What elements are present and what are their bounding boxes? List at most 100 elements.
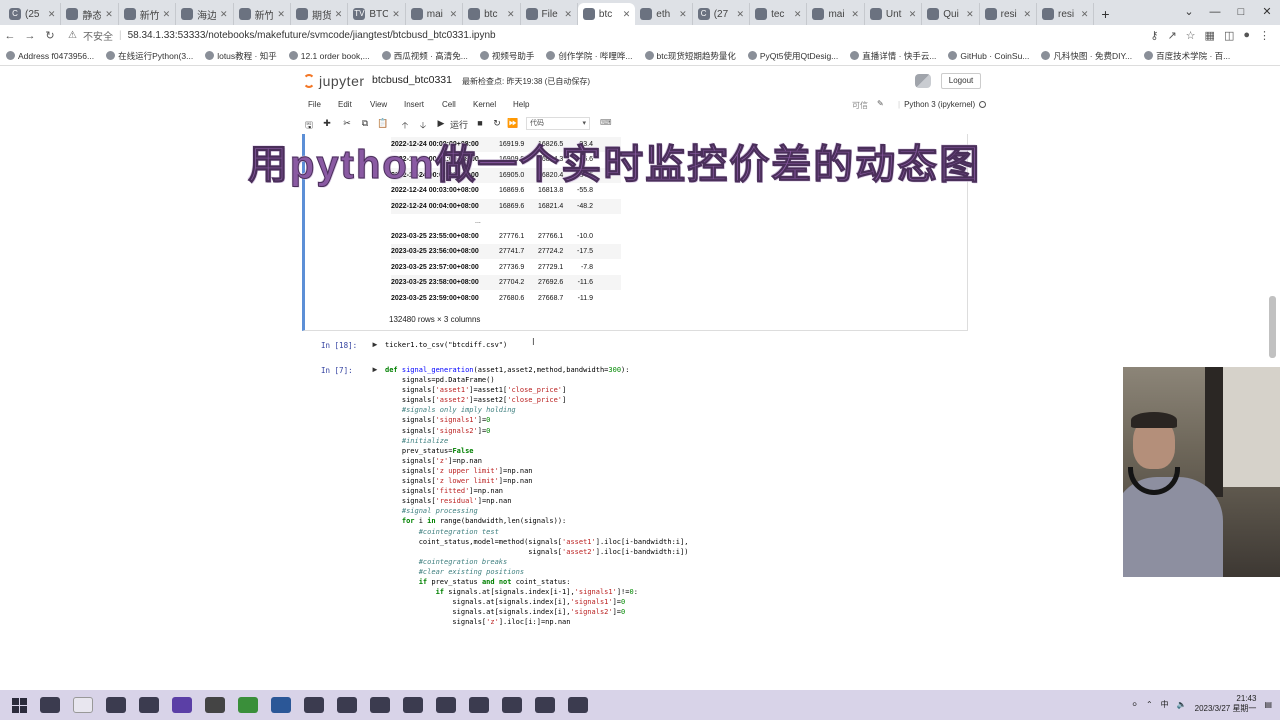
edit-pencil-icon[interactable]: ✎ xyxy=(877,99,884,108)
taskbar-clock[interactable]: 21:43 2023/3/27 星期一 xyxy=(1195,694,1257,714)
browser-tab[interactable]: 海边 ✕ xyxy=(176,3,234,25)
task-app-icon[interactable] xyxy=(469,697,489,713)
security-label[interactable]: 不安全 xyxy=(83,28,113,43)
tab-close-icon[interactable]: ✕ xyxy=(1023,9,1031,20)
maximize-button[interactable]: □ xyxy=(1228,0,1254,25)
minimize-button[interactable]: — xyxy=(1202,0,1228,25)
task-app-icon[interactable] xyxy=(40,697,60,713)
tab-search-icon[interactable]: ⌄ xyxy=(1176,0,1202,25)
tab-close-icon[interactable]: ✕ xyxy=(220,9,228,20)
new-tab-button[interactable]: + xyxy=(1094,3,1116,25)
browser-tab[interactable]: btc ✕ xyxy=(577,3,636,25)
key-icon[interactable]: ⚷ xyxy=(1150,29,1158,42)
bookmark-item[interactable]: 视频号助手 xyxy=(479,50,534,62)
notebook-name[interactable]: btcbusd_btc0331 xyxy=(372,74,452,86)
restart-run-all-icon[interactable]: ⏩ xyxy=(506,118,520,129)
browser-tab[interactable]: C (27 ✕ xyxy=(693,3,751,25)
cell-code[interactable]: def signal_generation(asset1,asset2,meth… xyxy=(385,365,688,627)
browser-tab[interactable]: 期货 ✕ xyxy=(291,3,349,25)
tab-close-icon[interactable]: ✕ xyxy=(623,9,631,20)
cell-run-icon[interactable]: ► xyxy=(371,340,379,349)
browser-tab[interactable]: 新竹 ✕ xyxy=(119,3,177,25)
task-app-icon[interactable] xyxy=(403,697,423,713)
bookmark-item[interactable]: 在线运行Python(3... xyxy=(106,50,193,62)
edge-icon[interactable] xyxy=(271,697,291,713)
browser-tab[interactable]: TV BTC ✕ xyxy=(348,3,406,25)
bookmark-item[interactable]: 百度技术学院 · 百... xyxy=(1144,50,1230,62)
tab-close-icon[interactable]: ✕ xyxy=(564,9,572,20)
task-app-icon[interactable] xyxy=(139,697,159,713)
tray-chevron-icon[interactable]: ⌃ xyxy=(1146,700,1153,709)
bookmark-item[interactable]: 直播详情 · 快手云... xyxy=(850,50,936,62)
menu-file[interactable]: File xyxy=(308,100,321,109)
kernel-name[interactable]: Python 3 (ipykernel) xyxy=(904,100,975,109)
trusted-indicator[interactable]: 可信 xyxy=(852,100,868,111)
tab-close-icon[interactable]: ✕ xyxy=(679,9,687,20)
tab-close-icon[interactable]: ✕ xyxy=(163,9,171,20)
task-app-icon[interactable] xyxy=(304,697,324,713)
close-window-button[interactable]: ✕ xyxy=(1254,0,1280,25)
cell-type-select[interactable]: 代码 xyxy=(526,117,590,130)
bookmark-item[interactable]: GitHub · CoinSu... xyxy=(948,51,1029,61)
cell-run-icon[interactable]: ► xyxy=(371,365,379,374)
bookmark-star-icon[interactable]: ☆ xyxy=(1186,29,1196,42)
cut-icon[interactable]: ✂ xyxy=(340,118,354,129)
bookmark-item[interactable]: 12.1 order book,... xyxy=(288,51,370,61)
forward-icon[interactable]: → xyxy=(20,30,40,42)
restart-icon[interactable]: ↻ xyxy=(490,118,504,129)
browser-tab[interactable]: resi ✕ xyxy=(980,3,1038,25)
task-app-icon[interactable] xyxy=(370,697,390,713)
task-app-icon[interactable] xyxy=(337,697,357,713)
menu-edit[interactable]: Edit xyxy=(338,100,352,109)
browser-tab[interactable]: 新竹 ✕ xyxy=(234,3,291,25)
code-cell-18[interactable]: In [18]: ► ticker1.to_csv("btcdiff.csv")… xyxy=(302,334,968,358)
browser-tab[interactable]: mai ✕ xyxy=(807,3,865,25)
url-field[interactable]: ⚠ 不安全 | 58.34.1.33:53333/notebooks/makef… xyxy=(68,28,1142,43)
bookmark-item[interactable]: 凡科快图 · 免费DIY... xyxy=(1041,50,1132,62)
browser-tab[interactable]: mai ✕ xyxy=(406,3,464,25)
interrupt-icon[interactable]: ■ xyxy=(473,118,487,128)
bookmark-item[interactable]: PyQt5使用QtDesig... xyxy=(747,50,838,62)
browser-tab[interactable]: Unt ✕ xyxy=(865,3,923,25)
notifications-icon[interactable]: ▤ xyxy=(1264,700,1272,709)
tab-close-icon[interactable]: ✕ xyxy=(1081,9,1089,20)
tab-close-icon[interactable]: ✕ xyxy=(105,9,113,20)
extensions-icon[interactable]: ▦ xyxy=(1205,29,1215,42)
task-app-icon[interactable] xyxy=(436,697,456,713)
network-icon[interactable]: ⚪ xyxy=(1131,700,1138,709)
browser-tab[interactable]: File ✕ xyxy=(521,3,578,25)
bookmark-item[interactable]: Address f0473956... xyxy=(6,51,94,61)
code-cell-7[interactable]: In [7]: ► def signal_generation(asset1,a… xyxy=(302,362,968,694)
task-app-icon[interactable] xyxy=(502,697,522,713)
back-icon[interactable]: ← xyxy=(0,30,20,42)
bookmark-item[interactable]: lotus教程 · 知乎 xyxy=(205,50,277,62)
url-text[interactable]: 58.34.1.33:53333/notebooks/makefuture/sv… xyxy=(128,30,496,41)
tab-close-icon[interactable]: ✕ xyxy=(737,9,745,20)
logout-button[interactable]: Logout xyxy=(941,73,981,89)
task-app-icon[interactable] xyxy=(73,697,93,713)
visual-studio-icon[interactable] xyxy=(172,697,192,713)
profile-icon[interactable]: ● xyxy=(1243,29,1250,42)
browser-tab[interactable]: eth ✕ xyxy=(635,3,693,25)
browser-tab[interactable]: resi ✕ xyxy=(1037,3,1095,25)
start-button-icon[interactable] xyxy=(12,697,27,713)
wechat-icon[interactable] xyxy=(238,697,258,713)
menu-icon[interactable]: ⋮ xyxy=(1259,29,1270,42)
tab-close-icon[interactable]: ✕ xyxy=(507,9,515,20)
insert-cell-icon[interactable]: ✚ xyxy=(320,118,334,129)
browser-tab[interactable]: Qui ✕ xyxy=(922,3,980,25)
tab-close-icon[interactable]: ✕ xyxy=(851,9,859,20)
task-app-icon[interactable] xyxy=(205,697,225,713)
run-label[interactable]: 运行 xyxy=(450,118,468,131)
menu-kernel[interactable]: Kernel xyxy=(473,100,496,109)
menu-view[interactable]: View xyxy=(370,100,387,109)
bookmark-item[interactable]: btc现货短期趋势量化 xyxy=(644,50,736,62)
warning-icon[interactable]: ⚠ xyxy=(68,30,77,41)
tab-close-icon[interactable]: ✕ xyxy=(794,9,802,20)
tab-close-icon[interactable]: ✕ xyxy=(392,9,400,20)
menu-insert[interactable]: Insert xyxy=(404,100,424,109)
task-app-icon[interactable] xyxy=(535,697,555,713)
bookmark-item[interactable]: 西瓜视频 · 高清免... xyxy=(381,50,468,62)
tab-close-icon[interactable]: ✕ xyxy=(277,9,285,20)
ime-icon[interactable]: 中 xyxy=(1161,699,1169,710)
